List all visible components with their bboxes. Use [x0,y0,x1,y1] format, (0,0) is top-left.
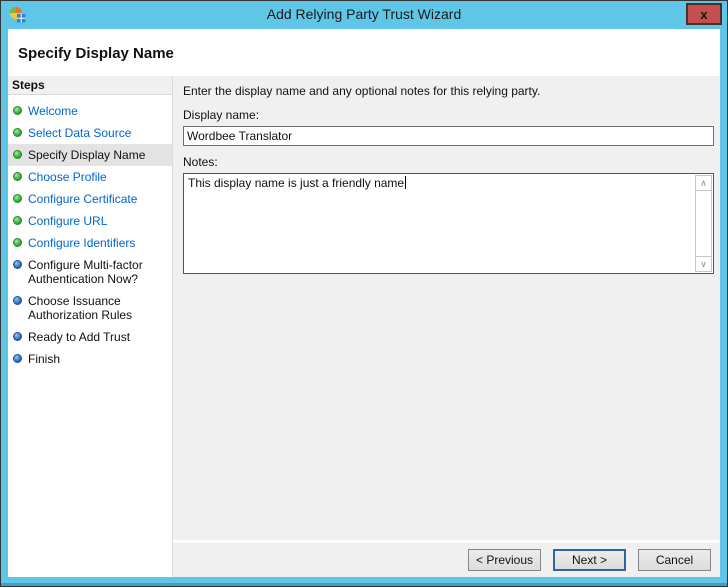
step-item-configure-identifiers[interactable]: Configure Identifiers [8,232,172,254]
step-done-bullet-icon [13,172,22,181]
scroll-up-button[interactable]: ∧ [695,175,712,191]
step-pending-bullet-icon [13,296,22,305]
step-item-choose-profile[interactable]: Choose Profile [8,166,172,188]
step-label: Welcome [28,104,78,118]
step-label: Configure Certificate [28,192,137,206]
content-pane: Enter the display name and any optional … [173,76,720,577]
close-icon: x [700,7,707,22]
title-bar: Add Relying Party Trust Wizard x [1,1,727,29]
step-done-bullet-icon [13,128,22,137]
cancel-button[interactable]: Cancel [638,549,711,571]
step-pending-bullet-icon [13,354,22,363]
step-done-bullet-icon [13,150,22,159]
step-item-configure-mfa: Configure Multi-factor Authentication No… [8,254,172,290]
footer-bar: < Previous Next > Cancel [173,540,720,577]
step-label: Configure URL [28,214,107,228]
chevron-up-icon: ∧ [700,178,707,188]
notes-label: Notes: [183,155,714,169]
step-done-bullet-icon [13,194,22,203]
steps-list: Welcome Select Data Source Specify Displ… [8,100,172,370]
step-item-specify-display-name: Specify Display Name [8,144,172,166]
steps-sidebar: Steps Welcome Select Data Source Specify… [8,76,173,577]
step-label: Select Data Source [28,126,131,140]
step-label: Configure Identifiers [28,236,135,250]
step-item-finish: Finish [8,348,172,370]
step-label: Ready to Add Trust [28,330,130,344]
step-label: Specify Display Name [28,148,145,162]
text-caret [405,176,406,189]
dialog-body: Steps Welcome Select Data Source Specify… [8,76,720,577]
step-label: Finish [28,352,60,366]
step-pending-bullet-icon [13,260,22,269]
notes-textarea[interactable]: This display name is just a friendly nam… [183,173,714,274]
step-item-select-data-source[interactable]: Select Data Source [8,122,172,144]
notes-scrollbar[interactable]: ∧ ∨ [695,175,712,272]
step-label: Choose Profile [28,170,107,184]
wizard-dialog: Specify Display Name Steps Welcome Selec… [8,29,720,577]
step-pending-bullet-icon [13,332,22,341]
step-item-choose-issuance-rules: Choose Issuance Authorization Rules [8,290,172,326]
scrollbar-thumb[interactable] [695,191,712,256]
next-button[interactable]: Next > [553,549,626,571]
close-button[interactable]: x [686,3,722,25]
step-label: Configure Multi-factor Authentication No… [28,258,143,286]
display-name-input[interactable] [183,126,714,146]
scroll-down-button[interactable]: ∨ [695,256,712,272]
step-item-configure-certificate[interactable]: Configure Certificate [8,188,172,210]
dialog-header: Specify Display Name [8,29,720,76]
step-done-bullet-icon [13,106,22,115]
notes-text: This display name is just a friendly nam… [188,176,404,190]
content-main: Enter the display name and any optional … [173,76,720,540]
step-done-bullet-icon [13,238,22,247]
adfs-app-icon [9,6,26,23]
wizard-window: Add Relying Party Trust Wizard x Specify… [0,0,728,587]
window-title: Add Relying Party Trust Wizard [1,1,727,28]
step-done-bullet-icon [13,216,22,225]
step-item-welcome[interactable]: Welcome [8,100,172,122]
step-item-configure-url[interactable]: Configure URL [8,210,172,232]
chevron-down-icon: ∨ [700,259,707,269]
step-label: Choose Issuance Authorization Rules [28,294,132,322]
previous-button[interactable]: < Previous [468,549,541,571]
display-name-label: Display name: [183,108,714,122]
steps-header: Steps [8,76,172,95]
step-item-ready-to-add-trust: Ready to Add Trust [8,326,172,348]
instruction-text: Enter the display name and any optional … [183,84,714,99]
page-title: Specify Display Name [18,45,720,62]
